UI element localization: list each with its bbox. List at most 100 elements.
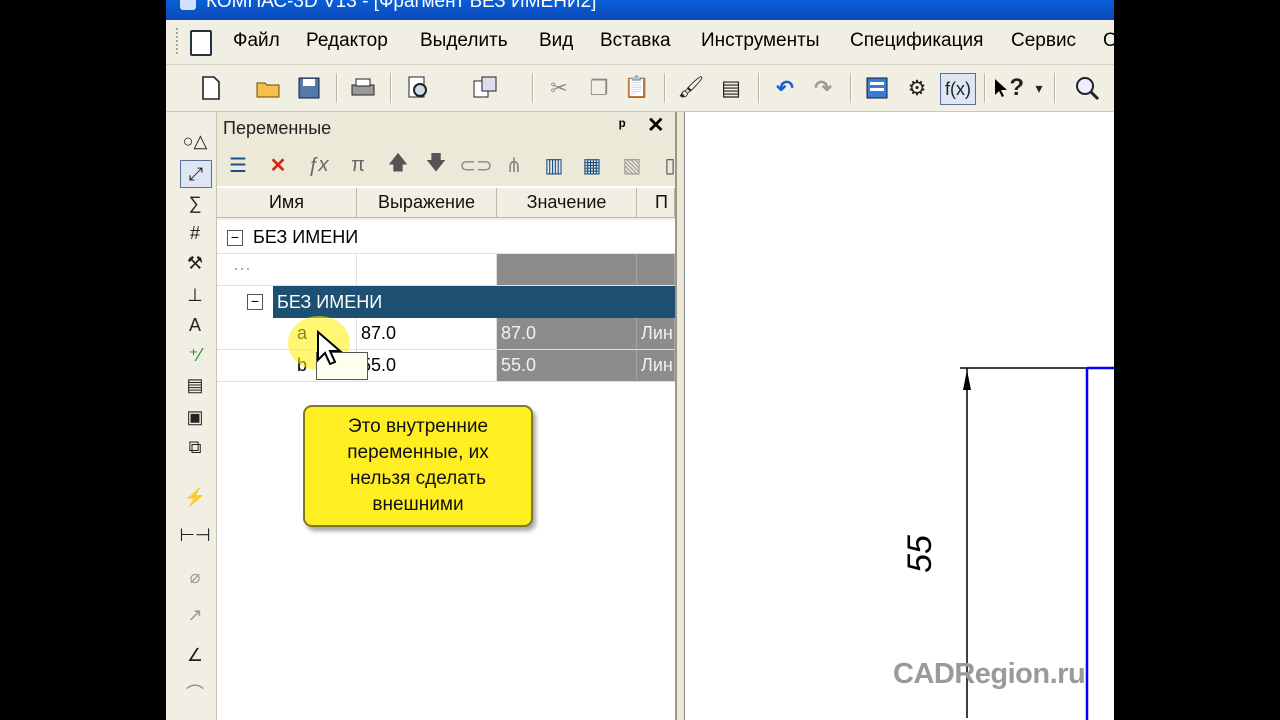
function-icon[interactable]: ƒx	[305, 152, 331, 178]
link-icon[interactable]: ⊂⊃	[459, 152, 493, 178]
redo-icon[interactable]: ↷	[808, 73, 838, 103]
dimension-label[interactable]: 55	[901, 535, 939, 573]
zoom-icon[interactable]	[1072, 73, 1102, 103]
variable-expression[interactable]: 55.0	[357, 350, 497, 382]
drawing-svg: 55	[901, 366, 1114, 720]
dimensions-icon[interactable]: ⤢	[180, 160, 212, 188]
variables-icon[interactable]: ⚙	[902, 73, 932, 103]
move-down-icon[interactable]: 🡇	[423, 152, 449, 178]
group-label[interactable]: БЕЗ ИМЕНИ	[273, 286, 675, 318]
table-icon[interactable]: ▦	[579, 152, 605, 178]
help-pointer-icon[interactable]: ?	[994, 73, 1024, 103]
diameter-dimension-icon[interactable]: ⌀	[180, 564, 210, 590]
toolbar-separator	[758, 73, 760, 103]
menu-tools[interactable]: Инструменты	[701, 30, 819, 52]
close-icon[interactable]: ✕	[647, 113, 665, 138]
library-manager-icon[interactable]	[862, 73, 892, 103]
format-painter-icon[interactable]: 🖌	[676, 73, 706, 103]
variable-expression[interactable]: 87.0	[357, 318, 497, 350]
delete-variable-icon[interactable]: ✕	[265, 152, 291, 178]
empty-variable-row[interactable]: ⋯	[217, 254, 675, 286]
paste-icon[interactable]: 📋	[622, 73, 652, 103]
copy-icon[interactable]: ❐	[584, 73, 614, 103]
print-icon[interactable]	[348, 73, 378, 103]
column-value[interactable]: Значение	[497, 188, 637, 218]
open-folder-icon[interactable]	[254, 73, 284, 103]
empty-name-cell[interactable]: ⋯	[217, 254, 357, 286]
drawing-canvas[interactable]: 55	[684, 112, 1114, 720]
save-icon[interactable]	[294, 73, 324, 103]
toolbar-separator	[850, 73, 852, 103]
geometry-icon[interactable]: ○△	[180, 128, 210, 154]
cut-icon[interactable]: ✂	[544, 73, 574, 103]
root-label: БЕЗ ИМЕНИ	[253, 227, 359, 247]
menu-insert[interactable]: Вставка	[600, 30, 671, 52]
collapse-icon[interactable]: −	[247, 294, 263, 310]
tree-root-row[interactable]: − БЕЗ ИМЕНИ	[217, 222, 675, 254]
column-param[interactable]: П	[637, 188, 675, 218]
menu-select[interactable]: Выделить	[420, 30, 508, 52]
insert-icon[interactable]: ⧉	[180, 434, 210, 460]
toolbar-separator	[1054, 73, 1056, 103]
arc-dimension-icon[interactable]: ⌒	[180, 680, 210, 706]
associative-views-icon[interactable]: ⁺⁄	[180, 342, 210, 368]
variable-type: Лин	[637, 350, 675, 382]
empty-value-cell	[497, 254, 637, 286]
panel-title: Переменные	[223, 118, 332, 138]
fx-variables-button[interactable]: f(x)	[940, 73, 976, 105]
empty-expression-cell[interactable]	[357, 254, 497, 286]
new-document-icon[interactable]	[196, 73, 226, 103]
title-bar: КОМПАС-3D V13 - [Фрагмент БЕЗ ИМЕНИ2]	[166, 0, 1114, 20]
properties-icon[interactable]	[470, 73, 500, 103]
more-icon[interactable]: ▯	[657, 152, 683, 178]
toolbar-overflow-icon[interactable]: ▾	[1032, 73, 1046, 103]
menu-service[interactable]: Сервис	[1011, 30, 1076, 52]
move-up-icon[interactable]: 🡅	[385, 152, 411, 178]
toolbar-separator	[664, 73, 666, 103]
dimension-arrow	[963, 370, 971, 390]
pi-icon[interactable]: π	[345, 152, 371, 178]
menu-specification[interactable]: Спецификация	[850, 30, 983, 52]
menu-bar: Файл Редактор Выделить Вид Вставка Инстр…	[166, 20, 1114, 65]
print-preview-icon[interactable]	[404, 73, 434, 103]
pin-icon[interactable]: ᵖ	[619, 116, 626, 136]
variable-row[interactable]: b 55.0 55.0 Лин	[217, 350, 675, 382]
column-name[interactable]: Имя	[217, 188, 357, 218]
column-expression[interactable]: Выражение	[357, 188, 497, 218]
help-question-label: ?	[1009, 74, 1024, 101]
radius-dimension-icon[interactable]: ↗	[180, 602, 210, 628]
auto-dimension-icon[interactable]: ⚡	[180, 484, 210, 510]
variable-row[interactable]: a 87.0 87.0 Лин	[217, 318, 675, 350]
toolbar-separator	[336, 73, 338, 103]
parametrization-icon[interactable]: ⚒	[180, 250, 210, 276]
menu-view[interactable]: Вид	[539, 30, 573, 52]
callout-note: Это внутренние переменные, их нельзя сде…	[303, 405, 533, 527]
menu-editor[interactable]: Редактор	[306, 30, 388, 52]
designations-icon[interactable]: ∑	[180, 190, 210, 216]
menu-file[interactable]: Файл	[233, 30, 280, 52]
edit-icon[interactable]: #	[180, 220, 210, 246]
list-icon[interactable]: ▥	[541, 152, 567, 178]
measure-icon[interactable]: ⊥	[180, 282, 210, 308]
spec-icon[interactable]: ▤	[180, 372, 210, 398]
group-toggle-cell: −	[217, 286, 273, 318]
tree-group-row[interactable]: − БЕЗ ИМЕНИ	[217, 286, 675, 318]
structure-icon[interactable]: ⋔	[501, 152, 527, 178]
document-icon[interactable]	[190, 30, 212, 56]
linear-dimension-icon[interactable]: ⊢⊣	[179, 522, 210, 548]
standard-toolbar: ✂ ❐ 📋 🖌 ▤ ↶ ↷ ⚙ f(x) ? ▾	[166, 65, 1114, 112]
menu-more[interactable]: О	[1103, 30, 1114, 52]
menubar-grip[interactable]	[176, 28, 181, 54]
collapse-icon[interactable]: −	[227, 229, 243, 246]
window-title: КОМПАС-3D V13 - [Фрагмент БЕЗ ИМЕНИ2]	[206, 0, 597, 12]
export-icon[interactable]: ▧	[619, 152, 645, 178]
document-manager-icon[interactable]: ▤	[716, 73, 746, 103]
add-variable-icon[interactable]: ☰	[225, 152, 251, 178]
reports-icon[interactable]: ▣	[180, 404, 210, 430]
select-icon[interactable]: A	[180, 312, 210, 338]
angle-dimension-icon[interactable]: ∠	[180, 642, 210, 668]
kompas-logo-icon	[180, 0, 196, 10]
variable-value: 87.0	[497, 318, 637, 350]
tree-root-cell: − БЕЗ ИМЕНИ	[217, 222, 675, 254]
undo-icon[interactable]: ↶	[770, 73, 800, 103]
